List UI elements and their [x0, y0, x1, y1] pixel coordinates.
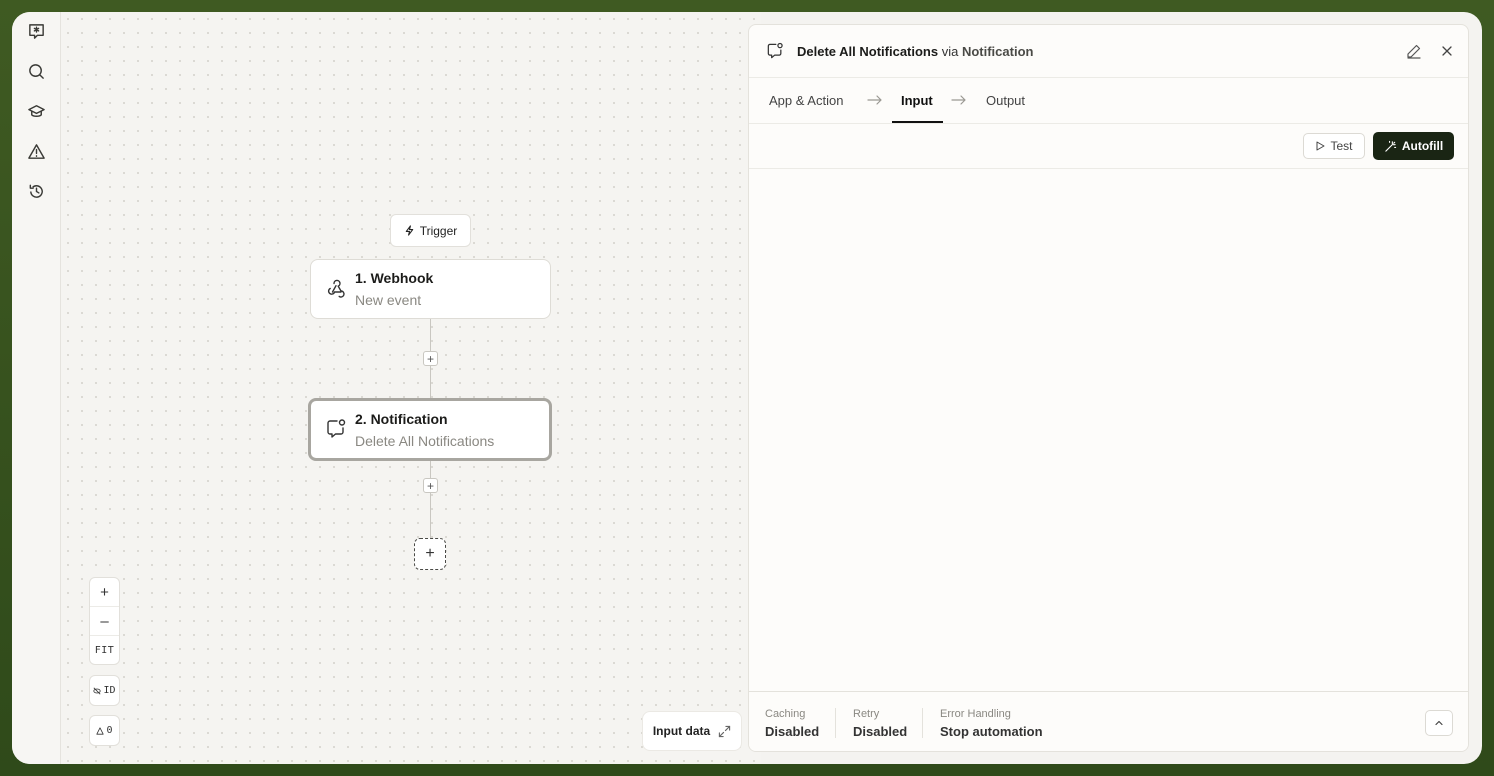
- warnings-count-button[interactable]: 0: [89, 715, 120, 746]
- workflow-node-notification[interactable]: 2. Notification Delete All Notifications: [308, 398, 552, 461]
- test-button[interactable]: Test: [1303, 133, 1365, 159]
- warnings-count: 0: [106, 725, 113, 736]
- input-data-label: Input data: [652, 724, 711, 738]
- node-title: 2. Notification: [355, 411, 448, 427]
- play-icon: [1316, 141, 1325, 151]
- add-step-button[interactable]: +: [423, 478, 438, 493]
- zoom-controls: + – FIT: [89, 577, 120, 665]
- connector-line: [430, 461, 431, 539]
- error-handling-value: Stop automation: [940, 724, 1043, 739]
- divider: [835, 708, 836, 738]
- panel-title-app: Notification: [961, 44, 1034, 59]
- caching-label: Caching: [765, 708, 806, 720]
- retry-value: Disabled: [853, 724, 908, 739]
- notification-icon: [767, 42, 783, 59]
- zoom-in-button[interactable]: +: [90, 578, 119, 607]
- divider: [922, 708, 923, 738]
- tab-output[interactable]: Output: [986, 93, 1025, 108]
- panel-toolbar: Test Autofill: [749, 124, 1468, 169]
- tab-app-action[interactable]: App & Action: [769, 93, 843, 108]
- workflow-canvas[interactable]: Trigger 1. Webhook New event + 2. Notifi…: [61, 12, 761, 764]
- input-data-button[interactable]: Input data: [642, 711, 742, 751]
- expand-icon: [718, 725, 731, 737]
- expand-footer-button[interactable]: [1425, 710, 1453, 736]
- test-label: Test: [1330, 139, 1353, 153]
- autofill-button[interactable]: Autofill: [1373, 132, 1454, 160]
- panel-tabs: App & Action Input Output: [749, 78, 1468, 124]
- notification-icon: [327, 419, 346, 438]
- edit-icon[interactable]: [1406, 43, 1422, 59]
- warning-icon[interactable]: [24, 139, 48, 163]
- search-icon[interactable]: [24, 59, 48, 83]
- zoom-out-button[interactable]: –: [90, 607, 119, 636]
- fit-view-button[interactable]: FIT: [90, 636, 119, 665]
- panel-title-action: Delete All Notifications: [797, 44, 939, 59]
- node-subtitle: New event: [355, 292, 422, 308]
- magic-wand-icon: [1385, 140, 1396, 152]
- panel-title-via: via: [938, 44, 962, 59]
- node-subtitle: Delete All Notifications: [355, 433, 495, 449]
- left-rail: [12, 12, 61, 764]
- workflow-node-webhook[interactable]: 1. Webhook New event: [310, 259, 551, 319]
- chevron-up-icon: [1435, 720, 1443, 726]
- id-toggle-label: ID: [103, 685, 116, 696]
- app-window: Trigger 1. Webhook New event + 2. Notifi…: [12, 12, 1482, 764]
- lightning-icon: [405, 225, 413, 236]
- error-handling-setting[interactable]: Error Handling Stop automation: [940, 708, 1043, 739]
- autofill-label: Autofill: [1401, 139, 1444, 153]
- panel-header: Delete All Notifications via Notificatio…: [749, 25, 1468, 78]
- panel-title: Delete All Notifications via Notificatio…: [797, 44, 1033, 59]
- add-step-button[interactable]: +: [423, 351, 438, 366]
- tab-input[interactable]: Input: [901, 93, 933, 108]
- chat-star-icon[interactable]: [24, 19, 48, 43]
- node-title: 1. Webhook: [355, 270, 434, 286]
- caching-setting[interactable]: Caching Disabled: [765, 708, 819, 739]
- trigger-label: Trigger: [419, 223, 458, 238]
- caching-value: Disabled: [765, 724, 820, 739]
- trigger-chip[interactable]: Trigger: [390, 214, 471, 247]
- active-tab-indicator: [892, 121, 943, 123]
- retry-setting[interactable]: Retry Disabled: [853, 708, 907, 739]
- eye-off-icon: [93, 687, 102, 694]
- error-handling-label: Error Handling: [940, 708, 1011, 720]
- warning-icon: [96, 726, 105, 735]
- step-detail-panel: Delete All Notifications via Notificatio…: [748, 24, 1469, 752]
- graduation-cap-icon[interactable]: [24, 99, 48, 123]
- panel-footer: Caching Disabled Retry Disabled Error Ha…: [749, 691, 1468, 751]
- webhook-icon: [327, 279, 345, 298]
- id-toggle-button[interactable]: ID: [89, 675, 120, 706]
- arrow-right-icon: [867, 95, 882, 105]
- add-final-step-button[interactable]: +: [414, 538, 446, 570]
- retry-label: Retry: [853, 708, 880, 720]
- history-icon[interactable]: [24, 179, 48, 203]
- arrow-right-icon: [951, 95, 966, 105]
- close-icon[interactable]: [1440, 44, 1454, 58]
